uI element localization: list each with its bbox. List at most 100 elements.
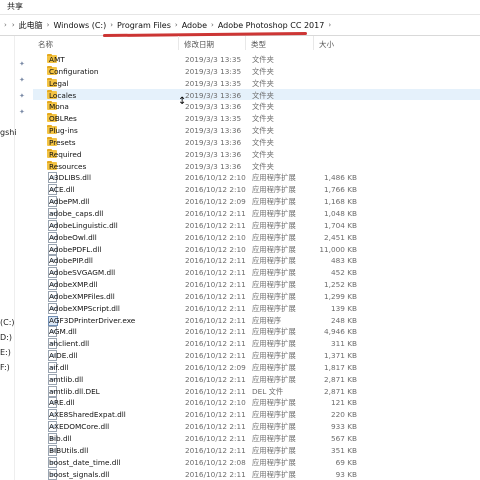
- file-row[interactable]: AdobeXMPFiles.dll 2016/10/12 2:11 应用程序扩展 1,…: [33, 290, 480, 302]
- file-date: 2019/3/3 13:35: [185, 114, 242, 124]
- breadcrumb-this-pc[interactable]: 此电脑: [19, 20, 43, 31]
- file-type: 应用程序扩展: [252, 422, 296, 432]
- column-divider[interactable]: [178, 36, 179, 50]
- file-size: 121 KB: [330, 398, 357, 408]
- file-row[interactable]: Legal 2019/3/3 13:35 文件夹: [33, 77, 480, 89]
- column-header-name[interactable]: 名称: [38, 39, 53, 50]
- file-row[interactable]: AdobeSVGAGM.dll 2016/10/12 2:11 应用程序扩展 452 …: [33, 266, 480, 279]
- file-size: 1,766 KB: [324, 185, 357, 195]
- file-row[interactable]: AGM.dll 2016/10/12 2:11 应用程序扩展 4,946 KB: [33, 325, 480, 338]
- file-type: 应用程序扩展: [252, 398, 296, 408]
- file-type: 应用程序扩展: [252, 185, 296, 195]
- file-name: AGM.dll: [49, 327, 77, 337]
- column-header-type[interactable]: 类型: [251, 39, 266, 50]
- file-name: Bib.dll: [49, 434, 72, 443]
- breadcrumb-adobe[interactable]: Adobe: [182, 21, 207, 30]
- file-row[interactable]: boost_signals.dll 2016/10/12 2:11 应用程序扩展 93…: [33, 468, 480, 480]
- file-date: 2019/3/3 13:36: [185, 126, 242, 136]
- column-divider[interactable]: [245, 36, 246, 50]
- file-row[interactable]: AdobeOwl.dll 2016/10/12 2:10 应用程序扩展 2,451 K…: [33, 231, 480, 243]
- file-date: 2016/10/12 2:11: [185, 469, 246, 479]
- file-name: AdobePIP.dll: [49, 256, 93, 266]
- file-size: 248 KB: [330, 315, 357, 325]
- file-row[interactable]: amtlib.dll 2016/10/12 2:11 应用程序扩展 2,871 KB: [33, 373, 480, 385]
- file-name: Legal: [49, 78, 69, 88]
- file-size: 351 KB: [330, 445, 357, 455]
- crumb-separator-icon: ›: [46, 21, 50, 29]
- file-type: 应用程序扩展: [252, 374, 296, 384]
- file-row[interactable]: Resources 2019/3/3 13:36 文件夹: [33, 160, 480, 172]
- file-row[interactable]: Bib.dll 2016/10/12 2:11 应用程序扩展 567 KB: [33, 432, 480, 444]
- file-row[interactable]: Plug-ins 2019/3/3 13:36 文件夹: [33, 124, 480, 136]
- file-row[interactable]: ahclient.dll 2016/10/12 2:11 应用程序扩展 311 KB: [33, 337, 480, 350]
- file-row[interactable]: AIDE.dll 2016/10/12 2:11 应用程序扩展 1,371 KB: [33, 349, 480, 362]
- file-name: ARE.dll: [49, 398, 75, 408]
- file-row[interactable]: boost_date_time.dll 2016/10/12 2:08 应用程序扩展…: [33, 456, 480, 468]
- column-header: 名称 修改日期 类型 大小: [33, 36, 480, 50]
- file-name: AXE8SharedExpat.dll: [49, 410, 126, 420]
- file-name: A3DLIBS.dll: [49, 173, 91, 183]
- pin-icon: ✦: [19, 92, 25, 100]
- file-row[interactable]: ARE.dll 2016/10/12 2:10 应用程序扩展 121 KB: [33, 396, 480, 409]
- file-row[interactable]: AMT 2019/3/3 13:35 文件夹: [33, 53, 480, 65]
- file-row[interactable]: Locales 2019/3/3 13:36 文件夹: [33, 88, 480, 101]
- column-header-date[interactable]: 修改日期: [184, 39, 214, 50]
- file-row[interactable]: AGF3DPrinterDriver.exe 2016/10/12 2:11 应用程…: [33, 314, 480, 326]
- file-name: amtlib.dll.DEL: [49, 386, 100, 396]
- file-row[interactable]: ACE.dll 2016/10/12 2:10 应用程序扩展 1,766 KB: [33, 183, 480, 196]
- file-type: 应用程序扩展: [252, 362, 296, 372]
- file-type: 文件夹: [252, 55, 274, 64]
- nav-item-drive-e[interactable]: E:): [0, 348, 11, 357]
- breadcrumb-program-files[interactable]: Program Files: [117, 21, 171, 30]
- file-row[interactable]: AdobePDFL.dll 2016/10/12 2:10 应用程序扩展 11,000…: [33, 243, 480, 255]
- pin-icon: ✦: [19, 76, 25, 84]
- file-row[interactable]: Required 2019/3/3 13:36 文件夹: [33, 148, 480, 160]
- file-row[interactable]: AdobeLinguistic.dll 2016/10/12 2:11 应用程序扩展…: [33, 219, 480, 231]
- file-size: 220 KB: [330, 410, 357, 420]
- nav-item-drive-f[interactable]: F:): [0, 363, 10, 372]
- nav-item-user[interactable]: gshi: [0, 128, 17, 137]
- nav-item-drive-d[interactable]: D:): [0, 333, 12, 342]
- file-row[interactable]: amtlib.dll.DEL 2016/10/12 2:11 DEL 文件 2,871…: [33, 385, 480, 397]
- column-divider[interactable]: [313, 36, 314, 50]
- file-row[interactable]: Mona 2019/3/3 13:36 文件夹: [33, 100, 480, 112]
- file-size: 483 KB: [330, 256, 357, 266]
- file-type: 文件夹: [252, 114, 274, 124]
- file-row[interactable]: adobe_caps.dll 2016/10/12 2:11 应用程序扩展 1,048…: [33, 207, 480, 219]
- file-name: boost_signals.dll: [49, 469, 110, 479]
- file-row[interactable]: AdobePIP.dll 2016/10/12 2:11 应用程序扩展 483 KB: [33, 254, 480, 267]
- file-date: 2016/10/12 2:11: [185, 315, 246, 325]
- file-date: 2016/10/12 2:11: [185, 268, 246, 278]
- column-header-size[interactable]: 大小: [319, 39, 334, 50]
- file-size: 1,252 KB: [324, 280, 357, 290]
- file-size: 1,371 KB: [324, 351, 357, 361]
- file-row[interactable]: AdbePM.dll 2016/10/12 2:09 应用程序扩展 1,168 KB: [33, 195, 480, 208]
- chevron-right-icon[interactable]: ›: [4, 21, 7, 29]
- file-size: 567 KB: [330, 434, 357, 443]
- breadcrumb-photoshop[interactable]: Adobe Photoshop CC 2017: [218, 21, 325, 30]
- file-row[interactable]: AdobeXMPScript.dll 2016/10/12 2:11 应用程序扩展 1…: [33, 302, 480, 314]
- file-row[interactable]: Presets 2019/3/3 13:36 文件夹: [33, 136, 480, 148]
- file-type: 文件夹: [252, 90, 274, 100]
- file-type: 应用程序扩展: [252, 327, 296, 337]
- file-row[interactable]: Configuration 2019/3/3 13:35 文件夹: [33, 65, 480, 77]
- crumb-separator-icon: ›: [211, 21, 214, 29]
- file-name: aif.dll: [49, 362, 69, 372]
- file-row[interactable]: AXE8SharedExpat.dll 2016/10/12 2:11 应用程序扩展…: [33, 408, 480, 421]
- crumb-separator-icon: ›: [328, 21, 332, 29]
- file-size: 1,817 KB: [324, 362, 357, 372]
- file-name: ahclient.dll: [49, 339, 90, 349]
- file-row[interactable]: AdobeXMP.dll 2016/10/12 2:11 应用程序扩展 1,252 K…: [33, 278, 480, 291]
- file-row[interactable]: BIBUtils.dll 2016/10/12 2:11 应用程序扩展 351 KB: [33, 444, 480, 456]
- file-row[interactable]: OBLRes 2019/3/3 13:35 文件夹: [33, 112, 480, 124]
- file-date: 2016/10/12 2:10: [185, 398, 246, 408]
- file-type: 文件夹: [252, 78, 274, 88]
- breadcrumb-drive-c[interactable]: Windows (C:): [53, 21, 106, 30]
- file-row[interactable]: aif.dll 2016/10/12 2:09 应用程序扩展 1,817 KB: [33, 361, 480, 373]
- nav-item-drive-c[interactable]: (C:): [0, 318, 15, 327]
- file-row[interactable]: A3DLIBS.dll 2016/10/12 2:10 应用程序扩展 1,486 KB: [33, 171, 480, 184]
- file-size: 11,000 KB: [319, 244, 357, 254]
- file-row[interactable]: AXEDOMCore.dll 2016/10/12 2:11 应用程序扩展 933 K…: [33, 420, 480, 433]
- tab-share[interactable]: 共享: [7, 1, 23, 12]
- file-date: 2016/10/12 2:11: [185, 386, 246, 396]
